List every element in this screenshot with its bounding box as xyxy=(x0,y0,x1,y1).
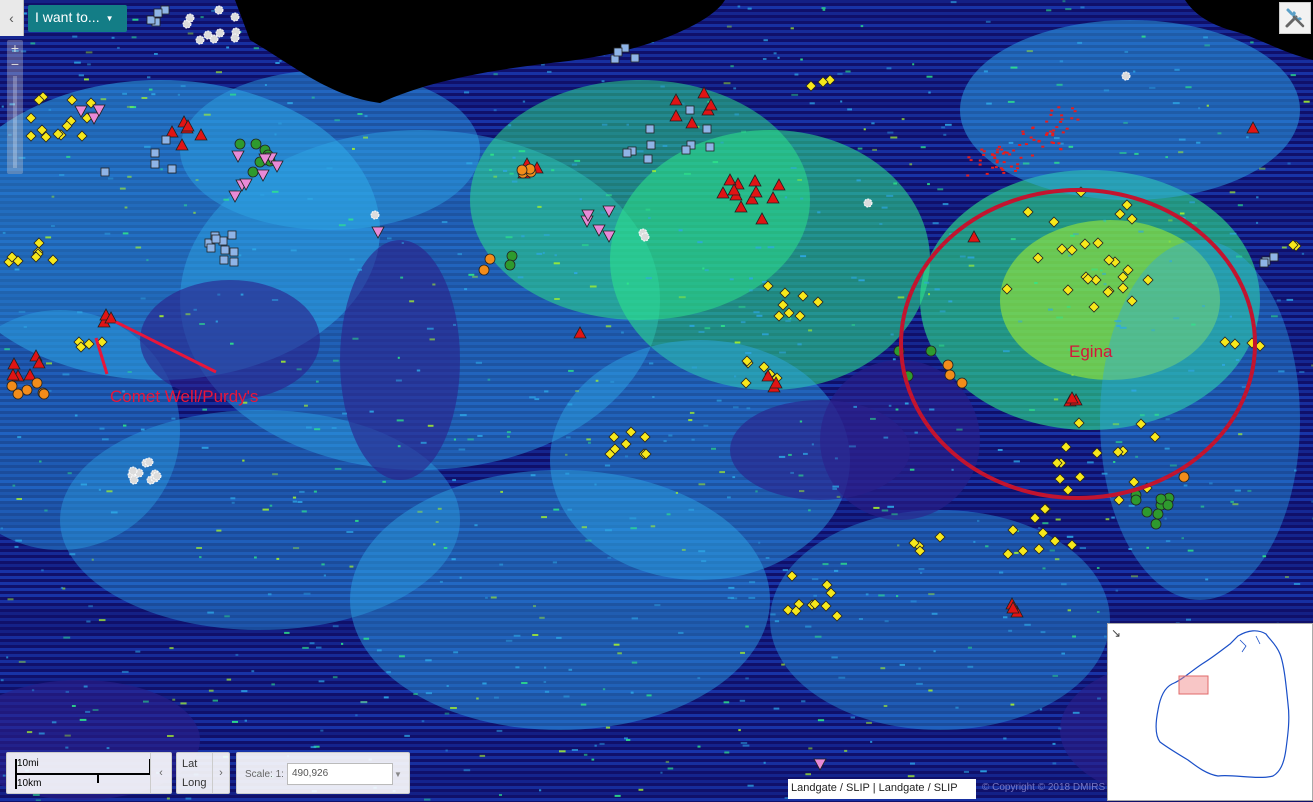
map-marker[interactable] xyxy=(623,149,631,157)
lat-label: Lat xyxy=(182,758,197,770)
map-marker[interactable] xyxy=(864,199,872,207)
caret-down-icon: ▼ xyxy=(106,14,114,23)
map-marker[interactable] xyxy=(1151,519,1161,529)
map-marker[interactable] xyxy=(646,125,654,133)
chevron-left-icon: ‹ xyxy=(159,767,163,779)
scale-metric-label: 10km xyxy=(17,778,41,789)
map-marker[interactable] xyxy=(943,360,953,370)
map-marker[interactable] xyxy=(641,233,649,241)
map-marker[interactable] xyxy=(957,378,967,388)
overview-map[interactable]: ↘ xyxy=(1107,623,1313,801)
map-marker[interactable] xyxy=(517,165,527,175)
map-marker[interactable] xyxy=(22,385,32,395)
map-marker[interactable] xyxy=(101,168,109,176)
map-marker[interactable] xyxy=(507,251,517,261)
scale-selector: Scale: 1: 490,926 ▼ xyxy=(236,752,410,794)
scale-label: Scale: 1: xyxy=(245,769,284,780)
chevron-left-icon: ‹ xyxy=(9,10,14,26)
map-marker[interactable] xyxy=(32,378,42,388)
map-marker[interactable] xyxy=(154,9,162,17)
zoom-slider-track[interactable] xyxy=(13,76,17,168)
scale-bar: 10mi 10km ‹ xyxy=(6,752,172,794)
map-marker[interactable] xyxy=(212,235,220,243)
copyright-text: © Copyright © 2018 DMIRS xyxy=(982,782,1105,793)
overview-map-canvas xyxy=(1108,624,1313,802)
map-marker[interactable] xyxy=(371,211,379,219)
collapse-panel-button[interactable]: ‹ xyxy=(0,0,24,36)
map-marker[interactable] xyxy=(1163,500,1173,510)
map-marker[interactable] xyxy=(485,254,495,264)
arrow-diagonal-icon[interactable]: ↘ xyxy=(1111,626,1121,640)
map-marker[interactable] xyxy=(231,13,239,21)
annotation-comet-well: Comet Well/Purdy's xyxy=(110,387,258,406)
map-marker[interactable] xyxy=(220,256,228,264)
map-marker[interactable] xyxy=(215,6,223,14)
map-marker[interactable] xyxy=(168,165,176,173)
annotation-egina: Egina xyxy=(1069,342,1113,361)
map-marker[interactable] xyxy=(479,265,489,275)
map-marker[interactable] xyxy=(207,244,215,252)
map-marker[interactable] xyxy=(1153,509,1163,519)
map-marker[interactable] xyxy=(703,125,711,133)
map-marker[interactable] xyxy=(186,14,194,22)
map-marker[interactable] xyxy=(216,29,224,37)
toolbox-button[interactable] xyxy=(1279,2,1311,34)
map-marker[interactable] xyxy=(1260,259,1268,267)
map-marker[interactable] xyxy=(130,476,138,484)
attribution-text: Landgate / SLIP | Landgate / SLIP xyxy=(788,779,976,799)
overview-coastline xyxy=(1156,631,1289,778)
map-marker[interactable] xyxy=(39,389,49,399)
map-marker[interactable] xyxy=(505,260,515,270)
map-marker[interactable] xyxy=(221,246,229,254)
map-marker[interactable] xyxy=(230,248,238,256)
map-marker[interactable] xyxy=(686,106,694,114)
map-marker[interactable] xyxy=(204,31,212,39)
scale-imperial-label: 10mi xyxy=(17,758,39,769)
map-marker[interactable] xyxy=(926,346,936,356)
scale-bar-toggle[interactable]: ‹ xyxy=(150,753,171,793)
map-marker[interactable] xyxy=(251,139,261,149)
map-marker[interactable] xyxy=(706,143,714,151)
map-marker[interactable] xyxy=(1179,472,1189,482)
map-marker[interactable] xyxy=(235,139,245,149)
coordinate-toggle[interactable]: › xyxy=(212,753,229,793)
map-marker[interactable] xyxy=(151,160,159,168)
map-marker[interactable] xyxy=(1270,253,1278,261)
map-marker[interactable] xyxy=(682,146,690,154)
caret-down-icon[interactable]: ▼ xyxy=(391,763,405,785)
i-want-to-dropdown[interactable]: I want to... ▼ xyxy=(28,5,127,32)
zoom-in-button[interactable]: + xyxy=(7,40,23,56)
coordinate-readout: Lat Long › xyxy=(176,752,230,794)
long-label: Long xyxy=(182,777,206,789)
i-want-to-label: I want to... xyxy=(35,9,100,25)
zoom-out-button[interactable]: − xyxy=(7,56,23,72)
map-marker[interactable] xyxy=(945,370,955,380)
tools-icon xyxy=(1284,7,1306,29)
overview-extent-box xyxy=(1179,676,1208,694)
map-marker[interactable] xyxy=(145,458,153,466)
map-marker[interactable] xyxy=(153,472,161,480)
map-marker[interactable] xyxy=(230,258,238,266)
zoom-control[interactable]: + − xyxy=(7,40,23,174)
map-marker[interactable] xyxy=(647,141,655,149)
scale-input[interactable]: 490,926 xyxy=(287,763,393,785)
map-marker[interactable] xyxy=(1142,507,1152,517)
map-marker[interactable] xyxy=(631,54,639,62)
map-marker[interactable] xyxy=(231,34,239,42)
map-marker[interactable] xyxy=(228,231,236,239)
map-marker[interactable] xyxy=(1122,72,1130,80)
map-marker[interactable] xyxy=(196,36,204,44)
chevron-right-icon: › xyxy=(219,767,223,779)
map-marker[interactable] xyxy=(614,48,622,56)
map-marker[interactable] xyxy=(248,167,258,177)
map-marker[interactable] xyxy=(162,136,170,144)
map-marker[interactable] xyxy=(13,389,23,399)
map-marker[interactable] xyxy=(1131,495,1141,505)
map-marker[interactable] xyxy=(644,155,652,163)
map-marker[interactable] xyxy=(129,467,137,475)
map-marker[interactable] xyxy=(151,149,159,157)
